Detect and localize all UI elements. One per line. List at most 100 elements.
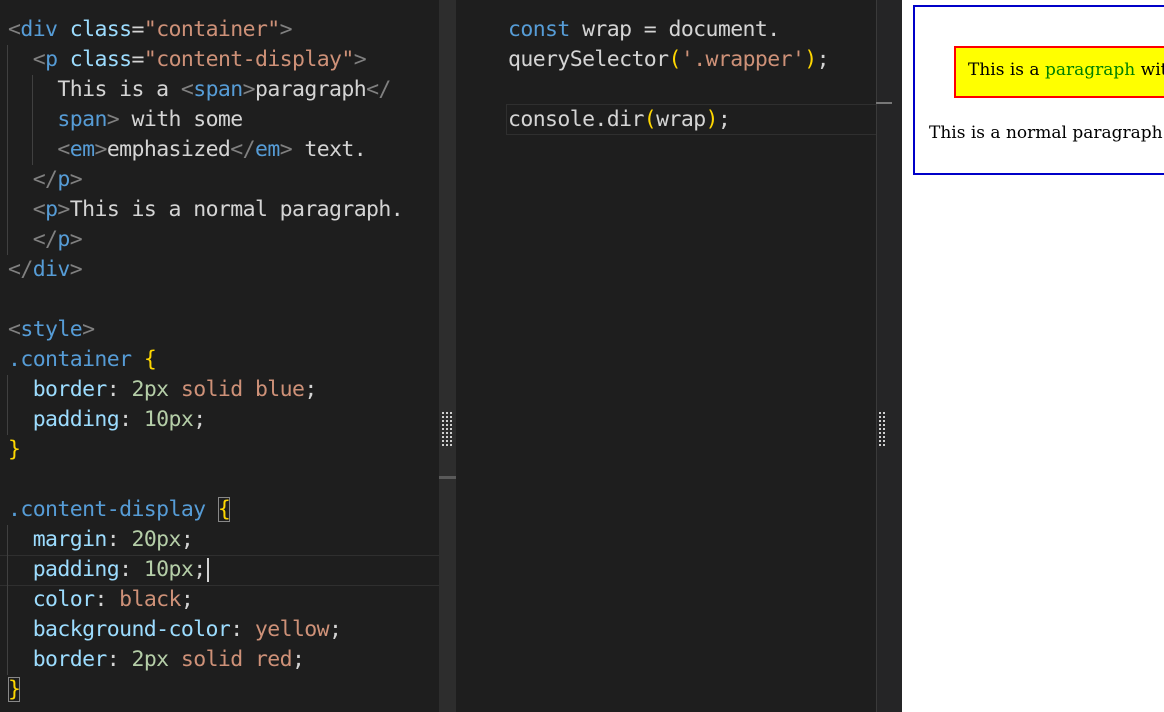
code-line[interactable]: <p>This is a normal paragraph.	[7, 195, 404, 225]
js-code-editor[interactable]: const wrap = document. querySelector('.wr…	[508, 15, 830, 135]
code-line[interactable]: This is a <span>paragraph</	[7, 75, 403, 105]
code-token: :	[94, 587, 120, 612]
code-token: div	[32, 257, 71, 282]
code-token: >	[242, 77, 256, 102]
preview-content-display: This is a paragraph with some emphasized…	[954, 46, 1164, 98]
resize-handle-icon[interactable]	[876, 410, 885, 448]
code-line[interactable]: const wrap = document.	[508, 15, 829, 45]
code-line[interactable]: color: black;	[7, 585, 403, 615]
code-token: paragraph	[254, 77, 367, 102]
code-line[interactable]: border: 2px solid red;	[7, 645, 403, 675]
html-editor-pane[interactable]: <div class="container"> <p class="conten…	[0, 0, 439, 712]
code-token: >	[279, 17, 293, 42]
code-token: >	[106, 107, 120, 132]
preview-container: This is a paragraph with some emphasized…	[913, 5, 1164, 175]
code-line[interactable]: </div>	[8, 255, 403, 285]
code-token: solid red	[168, 647, 293, 672]
scrollbar-divider	[876, 0, 877, 712]
code-token: >	[353, 47, 367, 72]
code-line[interactable]: querySelector('.wrapper');	[508, 45, 830, 75]
code-line[interactable]: }	[8, 435, 403, 465]
code-token: }	[8, 677, 21, 702]
code-token: ;	[304, 377, 317, 402]
code-token: span	[193, 77, 243, 102]
code-line[interactable]: padding: 10px;	[7, 405, 403, 435]
code-token: console.dir	[508, 107, 644, 132]
code-token: ;	[329, 617, 342, 642]
indent-guide	[7, 225, 33, 255]
js-editor-pane[interactable]: const wrap = document. querySelector('.wr…	[456, 0, 876, 712]
indent-guide	[31, 135, 58, 165]
code-token: black	[119, 587, 181, 612]
js-editor-scrollbar[interactable]	[876, 0, 902, 712]
code-token: >	[94, 137, 107, 162]
html-editor-scrollbar[interactable]	[439, 0, 456, 712]
code-line[interactable]: console.dir(wrap);	[508, 105, 829, 135]
code-token: This is a	[57, 77, 181, 102]
code-line[interactable]: span> with some	[7, 105, 403, 135]
scrollbar-thumb[interactable]	[876, 102, 892, 104]
code-line[interactable]: <p class="content-display">	[7, 45, 403, 75]
code-token: :	[119, 557, 144, 582]
preview-text-after: with some emphasized text.	[1140, 60, 1164, 80]
code-token: <	[8, 17, 21, 42]
code-line[interactable]: background-color: yellow;	[7, 615, 403, 645]
indent-guide	[7, 45, 33, 75]
code-token: background-color	[32, 617, 231, 642]
code-line[interactable]: .container {	[8, 345, 403, 375]
code-token: const	[508, 17, 570, 42]
indent-guide	[7, 645, 33, 675]
code-token: p	[45, 47, 58, 72]
code-line[interactable]: }	[8, 675, 403, 705]
code-line[interactable]	[8, 285, 403, 315]
indent-guide	[7, 525, 33, 555]
code-token: class	[69, 47, 132, 72]
code-token: border	[32, 377, 108, 402]
preview-span-paragraph: paragraph	[1044, 60, 1136, 80]
code-token: =	[131, 47, 145, 72]
code-token: ;	[717, 107, 731, 132]
code-line[interactable]: padding: 10px;	[7, 555, 403, 585]
code-line[interactable]	[8, 465, 403, 495]
code-line[interactable]: </p>	[7, 165, 403, 195]
code-token: "container"	[143, 17, 280, 42]
code-line[interactable]: <em>emphasized</em> text.	[7, 135, 403, 165]
code-line[interactable]: <style>	[8, 315, 403, 345]
code-token: ;	[193, 557, 206, 582]
code-token: :	[106, 377, 132, 402]
indent-guide	[7, 75, 33, 105]
code-token: <	[8, 317, 21, 342]
code-line[interactable]	[508, 75, 829, 105]
scrollbar-thumb[interactable]	[439, 476, 456, 479]
html-code-editor[interactable]: <div class="container"> <p class="conten…	[7, 15, 404, 705]
code-token: =	[131, 17, 145, 42]
code-line[interactable]: border: 2px solid blue;	[7, 375, 403, 405]
code-token: 2px	[131, 377, 169, 402]
code-token: >	[69, 227, 83, 252]
code-token: 10px	[143, 557, 194, 582]
code-token: class	[69, 17, 132, 42]
code-token: :	[119, 407, 144, 432]
code-line[interactable]: .content-display {	[8, 495, 403, 525]
code-token: em	[254, 137, 280, 162]
code-token: text.	[292, 137, 367, 162]
code-line[interactable]: <div class="container">	[8, 15, 403, 45]
code-line[interactable]: margin: 20px;	[7, 525, 403, 555]
code-token: </	[32, 167, 58, 192]
code-token: >	[69, 257, 83, 282]
preview-pane[interactable]: This is a paragraph with some emphasized…	[902, 0, 1164, 712]
code-token: p	[45, 197, 58, 222]
indent-guide	[7, 585, 33, 615]
code-token: This is a normal paragraph.	[69, 197, 404, 222]
code-token: .container	[8, 347, 132, 372]
code-token: :	[230, 617, 255, 642]
resize-handle-icon[interactable]	[439, 410, 456, 448]
code-token: emphasized	[106, 137, 231, 162]
code-token: </	[366, 77, 391, 102]
code-token: <	[32, 47, 46, 72]
indent-guide	[31, 75, 58, 105]
code-line[interactable]: </p>	[7, 225, 403, 255]
code-token: )	[804, 47, 817, 72]
code-token: solid blue	[168, 377, 305, 402]
